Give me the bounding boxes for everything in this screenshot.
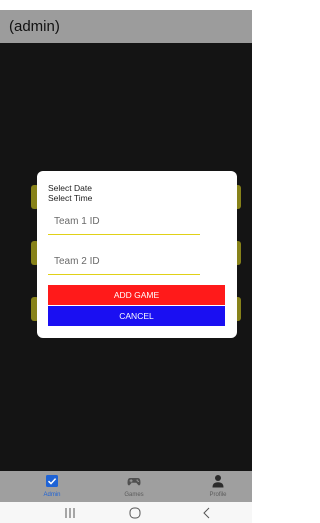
nav-item-admin[interactable]: Admin [22,471,82,502]
team1-id-input[interactable] [48,209,200,234]
nav-item-games[interactable]: Games [104,471,164,502]
nav-label-games: Games [124,492,144,498]
app-bar: (admin) [0,10,252,43]
system-nav-bar [0,502,252,523]
nav-label-admin: Admin [43,492,61,498]
app-title: (admin) [9,18,60,35]
person-icon [212,475,224,488]
back-icon[interactable] [200,506,214,520]
select-time-link[interactable]: Select Time [48,193,92,203]
bottom-nav: Admin Games Profile [0,471,252,502]
add-game-dialog: Select Date Select Time ADD GAME CANCEL [37,171,237,338]
cancel-button[interactable]: CANCEL [48,306,225,326]
add-game-button[interactable]: ADD GAME [48,285,225,305]
nav-item-profile[interactable]: Profile [188,471,248,502]
select-date-link[interactable]: Select Date [48,183,92,193]
home-icon[interactable] [128,506,142,520]
team1-field [48,209,200,235]
team2-field [48,249,200,275]
recent-apps-icon[interactable] [63,506,77,520]
team2-id-input[interactable] [48,249,200,274]
checkbox-icon [46,475,58,487]
gamepad-icon [127,478,141,486]
status-bar [0,0,252,10]
nav-label-profile: Profile [209,492,227,498]
